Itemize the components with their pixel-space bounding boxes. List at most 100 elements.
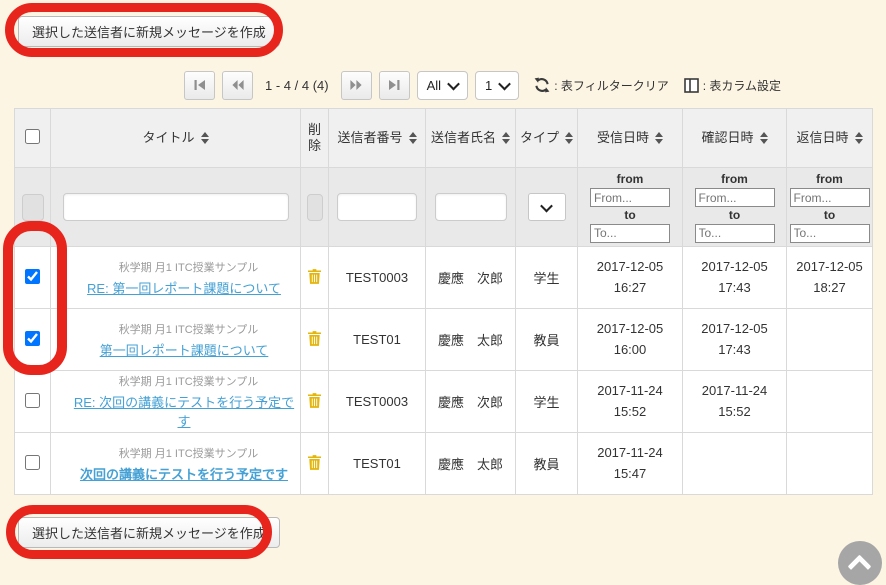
sort-icon[interactable] [655, 132, 663, 144]
received-from-input[interactable] [590, 188, 670, 207]
delete-cell [301, 371, 329, 433]
date-line: 2017-12-05 [683, 257, 786, 277]
table-row: 秋学期 月1 ITC授業サンプル RE: 第一回レポート課題について TEST0… [15, 247, 873, 309]
date-line: 2017-12-05 [578, 319, 682, 339]
title-header[interactable]: タイトル [51, 109, 301, 168]
course-label: 秋学期 月1 ITC授業サンプル [77, 259, 300, 275]
title-cell: 秋学期 月1 ITC授業サンプル 次回の講義にテストを行う予定です [51, 433, 301, 495]
filter-confirmed-cell: from to [683, 168, 787, 247]
title-filter-input[interactable] [63, 193, 289, 221]
sender-name-cell: 慶應 太郎 [426, 309, 516, 371]
row-select-checkbox[interactable] [25, 393, 40, 408]
table-filter-row: from to from to from to [15, 168, 873, 247]
message-title-link[interactable]: RE: 次回の講義にテストを行う予定です [74, 395, 294, 429]
sort-icon[interactable] [201, 132, 209, 144]
first-page-button[interactable] [184, 71, 215, 100]
time-line: 15:52 [578, 402, 682, 422]
next-page-button[interactable] [341, 71, 372, 100]
sender-name-header[interactable]: 送信者氏名 [426, 109, 516, 168]
course-label: 秋学期 月1 ITC授業サンプル [77, 445, 300, 461]
filter-received-cell: from to [578, 168, 683, 247]
received-header[interactable]: 受信日時 [578, 109, 683, 168]
create-message-bottom-button[interactable]: 選択した送信者に新規メッセージを作成 [18, 517, 280, 548]
delete-button[interactable] [308, 269, 321, 284]
received-header-label: 受信日時 [597, 130, 649, 146]
type-header-label: タイプ [520, 130, 559, 146]
sort-icon[interactable] [760, 132, 768, 144]
title-cell: 秋学期 月1 ITC授業サンプル RE: 次回の講義にテストを行う予定です [51, 371, 301, 433]
sort-icon[interactable] [855, 132, 863, 144]
page-number-value: 1 [485, 78, 492, 93]
filter-title-cell [51, 168, 301, 247]
prev-page-button[interactable] [222, 71, 253, 100]
received-to-input[interactable] [590, 224, 670, 243]
row-select-checkbox[interactable] [25, 331, 40, 346]
message-title-link[interactable]: 第一回レポート課題について [100, 343, 269, 358]
filter-replied-cell: from to [787, 168, 873, 247]
filter-delete-cell [301, 168, 329, 247]
sender-name-cell: 慶應 太郎 [426, 433, 516, 495]
sender-no-filter-input[interactable] [337, 193, 417, 221]
column-settings-button[interactable] [684, 78, 699, 93]
next-page-icon [350, 79, 362, 91]
type-header[interactable]: タイプ [516, 109, 578, 168]
last-page-button[interactable] [379, 71, 410, 100]
filter-clear-legend: : 表フィルタークリア [534, 77, 668, 94]
row-select-checkbox[interactable] [25, 455, 40, 470]
confirmed-header[interactable]: 確認日時 [683, 109, 787, 168]
page-number-select[interactable]: 1 [475, 71, 519, 100]
sort-icon[interactable] [502, 132, 510, 144]
sender-no-cell: TEST01 [329, 433, 426, 495]
date-line: 2017-11-24 [683, 381, 786, 401]
delete-header: 削除 [301, 109, 329, 168]
column-settings-legend: : 表カラム設定 [684, 77, 781, 94]
delete-button[interactable] [308, 393, 321, 408]
filter-check-cell [15, 168, 51, 247]
filter-clear-label: : 表フィルタークリア [554, 77, 668, 94]
type-cell: 学生 [516, 247, 578, 309]
replied-to-input[interactable] [790, 224, 870, 243]
page-size-value: All [427, 78, 441, 93]
sender-name-filter-input[interactable] [435, 193, 507, 221]
column-settings-label: : 表カラム設定 [703, 77, 781, 94]
delete-cell [301, 309, 329, 371]
delete-cell [301, 247, 329, 309]
sort-icon[interactable] [409, 132, 417, 144]
time-line: 18:27 [787, 278, 872, 298]
select-all-checkbox[interactable] [25, 129, 40, 144]
time-line: 16:27 [578, 278, 682, 298]
delete-button[interactable] [308, 455, 321, 470]
sender-name-header-label: 送信者氏名 [431, 130, 496, 146]
sender-name-cell: 慶應 次郎 [426, 247, 516, 309]
replied-header[interactable]: 返信日時 [787, 109, 873, 168]
trash-icon [308, 269, 321, 284]
received-cell: 2017-12-05 16:27 [578, 247, 683, 309]
type-filter-select[interactable] [528, 193, 566, 221]
message-title-link[interactable]: 次回の講義にテストを行う予定です [80, 467, 288, 482]
sender-no-header[interactable]: 送信者番号 [329, 109, 426, 168]
page-size-select[interactable]: All [417, 71, 468, 100]
trash-icon [308, 455, 321, 470]
table-header-row: タイトル 削除 送信者番号 送信者氏名 タイプ 受信日時 [15, 109, 873, 168]
time-line: 17:43 [683, 340, 786, 360]
sort-icon[interactable] [565, 132, 573, 144]
row-select-checkbox[interactable] [25, 269, 40, 284]
delete-button[interactable] [308, 331, 321, 346]
replied-cell: 2017-12-05 18:27 [787, 247, 873, 309]
date-line: 2017-11-24 [578, 381, 682, 401]
message-table: タイトル 削除 送信者番号 送信者氏名 タイプ 受信日時 [14, 108, 873, 495]
filter-clear-button[interactable] [534, 77, 550, 93]
prev-page-icon [232, 79, 244, 91]
scroll-to-top-button[interactable] [838, 541, 882, 585]
from-label: from [578, 171, 682, 188]
confirmed-from-input[interactable] [695, 188, 775, 207]
replied-cell [787, 309, 873, 371]
title-cell: 秋学期 月1 ITC授業サンプル 第一回レポート課題について [51, 309, 301, 371]
confirmed-to-input[interactable] [695, 224, 775, 243]
create-message-top-button[interactable]: 選択した送信者に新規メッセージを作成 [18, 16, 280, 47]
message-title-link[interactable]: RE: 第一回レポート課題について [87, 281, 281, 296]
to-label: to [578, 207, 682, 224]
replied-from-input[interactable] [790, 188, 870, 207]
time-line: 15:52 [683, 402, 786, 422]
received-cell: 2017-11-24 15:52 [578, 371, 683, 433]
